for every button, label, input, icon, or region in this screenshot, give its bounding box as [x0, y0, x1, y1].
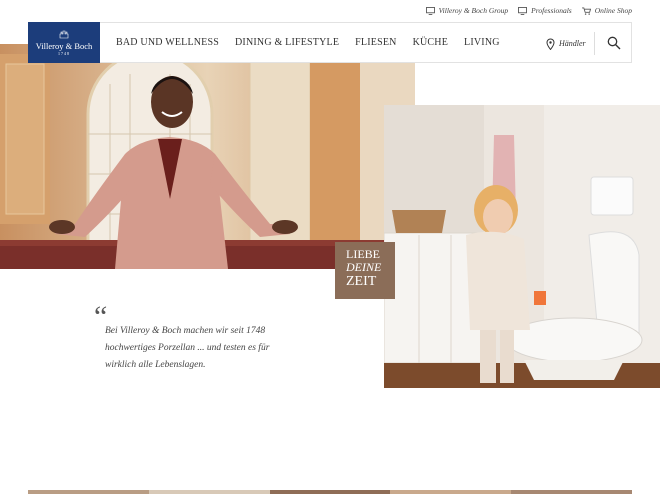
dealer-link[interactable]: Händler [546, 23, 586, 64]
group-link[interactable]: Villeroy & Boch Group [425, 6, 509, 15]
quote-text: Bei Villeroy & Boch machen wir seit 1748… [105, 326, 270, 370]
logo[interactable]: Villeroy & Boch 1748 [28, 21, 100, 63]
badge-line-3: ZEIT [346, 274, 377, 289]
campaign-badge: LIEBE DEINE ZEIT [335, 242, 395, 299]
badge-line-2: DEINE [346, 260, 382, 274]
hero-image-child [384, 105, 660, 388]
logo-brand: Villeroy & Boch [35, 40, 93, 51]
monitor-icon [425, 6, 435, 15]
search-icon[interactable] [607, 36, 621, 50]
castle-icon [59, 30, 69, 38]
menu-item-fliesen[interactable]: FLIESEN [355, 37, 396, 48]
next-section-preview [28, 490, 632, 494]
main-menu: BAD UND WELLNESS DINING & LIFESTYLE FLIE… [116, 37, 516, 48]
hero-image-man [0, 44, 415, 269]
dealer-label: Händler [559, 39, 586, 48]
menu-item-bad[interactable]: BAD UND WELLNESS [116, 37, 219, 48]
monitor-icon [518, 6, 528, 15]
professionals-link[interactable]: Professionals [518, 6, 572, 15]
utility-nav: Villeroy & Boch Group Professionals Onli… [425, 6, 632, 15]
group-link-label: Villeroy & Boch Group [438, 6, 509, 15]
menu-item-dining[interactable]: DINING & LIFESTYLE [235, 37, 339, 48]
header-divider [594, 32, 595, 55]
map-pin-icon [546, 38, 555, 50]
menu-item-kueche[interactable]: KÜCHE [413, 37, 448, 48]
online-shop-link-label: Online Shop [594, 6, 632, 15]
cart-icon [581, 6, 591, 15]
logo-year: 1748 [58, 50, 70, 56]
main-header: Villeroy & Boch 1748 BAD UND WELLNESS DI… [28, 21, 632, 64]
menu-item-living[interactable]: LIVING [464, 37, 500, 48]
professionals-link-label: Professionals [531, 6, 572, 15]
online-shop-link[interactable]: Online Shop [581, 6, 632, 15]
